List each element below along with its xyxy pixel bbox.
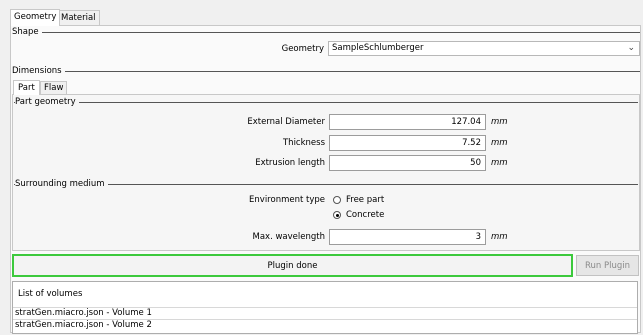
concrete-label[interactable]: Concrete	[346, 207, 384, 223]
tab-material[interactable]: Material	[57, 10, 100, 25]
extrusion-length-unit: mm	[491, 158, 508, 168]
free-part-label[interactable]: Free part	[346, 192, 384, 208]
extrusion-length-label: Extrusion length	[255, 158, 325, 168]
part-tab-panel	[12, 94, 640, 251]
tab-geometry[interactable]: Geometry	[10, 9, 61, 26]
external-diameter-unit: mm	[491, 117, 508, 127]
environment-type-label: Environment type	[249, 195, 325, 205]
part-geometry-group-label: Part geometry	[15, 97, 79, 107]
volumes-list[interactable]: List of volumes stratGen.miacro.json - V…	[12, 281, 638, 334]
thickness-unit: mm	[491, 138, 508, 148]
run-plugin-button-label: Run Plugin	[584, 261, 631, 271]
list-item[interactable]: stratGen.miacro.json - Volume 1	[13, 307, 637, 318]
surrounding-medium-group-line	[14, 184, 638, 185]
part-geometry-group-line	[14, 102, 638, 103]
surrounding-medium-group-label: Surrounding medium	[15, 179, 108, 189]
geometry-select[interactable]: SampleSchlumberger ⌄	[328, 41, 640, 56]
shape-group-line	[12, 32, 640, 33]
plugin-status-message: Plugin done	[267, 261, 318, 271]
dimensions-group-label: Dimensions	[12, 66, 65, 76]
tab-geometry-label: Geometry	[14, 12, 57, 22]
external-diameter-field[interactable]: 127.04	[329, 114, 486, 130]
free-part-radio[interactable]	[333, 196, 341, 204]
thickness-label: Thickness	[282, 138, 325, 148]
tab-flaw[interactable]: Flaw	[40, 81, 68, 95]
tab-material-label: Material	[61, 13, 96, 23]
geometry-select-value: SampleSchlumberger	[332, 43, 424, 53]
thickness-field[interactable]: 7.52	[329, 135, 486, 151]
chevron-down-icon: ⌄	[627, 43, 635, 53]
tab-part[interactable]: Part	[13, 80, 40, 95]
max-wavelength-label: Max. wavelength	[252, 232, 326, 242]
list-item[interactable]: stratGen.miacro.json - Volume 2	[13, 319, 637, 330]
plugin-status-bar: Plugin done	[12, 254, 573, 277]
extrusion-length-field[interactable]: 50	[329, 155, 486, 171]
geometry-label: Geometry	[281, 44, 324, 54]
max-wavelength-unit: mm	[491, 232, 508, 242]
shape-group-label: Shape	[12, 27, 42, 37]
concrete-radio[interactable]	[333, 211, 341, 219]
max-wavelength-field[interactable]: 3	[329, 229, 486, 245]
dimensions-group-line	[12, 71, 640, 72]
tab-flaw-label: Flaw	[44, 83, 64, 93]
external-diameter-label: External Diameter	[247, 117, 325, 127]
tab-part-label: Part	[18, 83, 35, 93]
volumes-list-header: List of volumes	[18, 289, 83, 299]
run-plugin-button[interactable]: Run Plugin	[576, 255, 639, 276]
